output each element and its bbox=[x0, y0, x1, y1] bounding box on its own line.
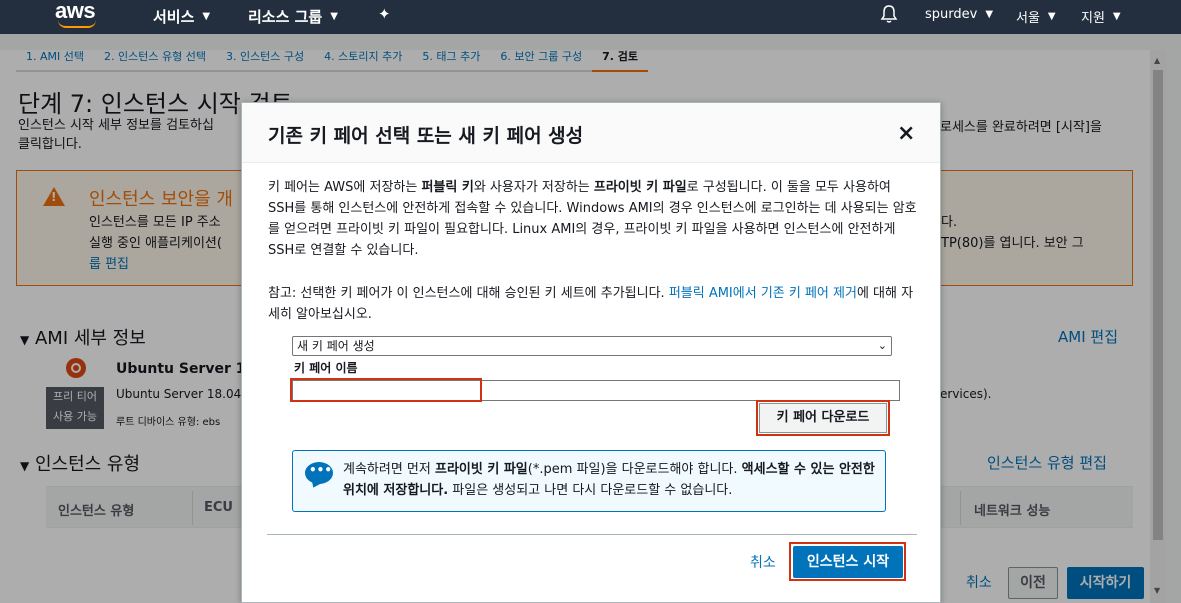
note-text: 참고: 선택한 키 페어가 이 인스턴스에 대해 승인된 키 세트에 추가됩니다… bbox=[268, 286, 669, 301]
chevron-down-icon: ▼ bbox=[985, 9, 994, 20]
highlight-box bbox=[756, 400, 890, 436]
bell-icon[interactable] bbox=[880, 4, 898, 24]
info-text-part: 계속하려면 먼저 bbox=[343, 462, 435, 477]
chevron-down-icon: ⌄ bbox=[877, 339, 887, 352]
highlight-box bbox=[789, 542, 906, 581]
dialog-cancel-link[interactable]: 취소 bbox=[750, 552, 776, 572]
description-text: 키 페어는 AWS에 저장하는 bbox=[268, 180, 422, 195]
chevron-down-icon: ▼ bbox=[202, 11, 211, 22]
chevron-down-icon: ▼ bbox=[330, 11, 338, 22]
resource-groups-menu[interactable]: 리소스 그룹 ▼ bbox=[248, 6, 338, 27]
description-bold: 퍼블릭 키 bbox=[421, 180, 474, 195]
key-pair-note: 참고: 선택한 키 페어가 이 인스턴스에 대해 승인된 키 세트에 추가됩니다… bbox=[268, 283, 918, 325]
services-menu[interactable]: 서비스 ▼ bbox=[153, 6, 210, 27]
description-text: 와 사용자가 저장하는 bbox=[473, 180, 594, 195]
key-pair-option-select[interactable]: 새 키 페어 생성 ⌄ bbox=[292, 336, 892, 356]
info-text-part: (*.pem 파일)을 다운로드해야 합니다. bbox=[527, 462, 742, 477]
top-nav: aws 서비스 ▼ 리소스 그룹 ▼ ✦ spurdev ▼ 서울 ▼ 지원 ▼ bbox=[0, 0, 1181, 34]
info-text: 계속하려면 먼저 프라이빗 키 파일(*.pem 파일)을 다운로드해야 합니다… bbox=[343, 459, 883, 501]
key-pair-name-label: 키 페어 이름 bbox=[294, 361, 358, 375]
highlight-box bbox=[290, 378, 482, 402]
chevron-down-icon: ▼ bbox=[1112, 11, 1121, 22]
support-label: 지원 bbox=[1081, 11, 1105, 26]
dialog-divider bbox=[267, 534, 917, 535]
user-label: spurdev bbox=[925, 7, 978, 22]
resource-groups-label: 리소스 그룹 bbox=[248, 8, 323, 26]
dialog-header: 기존 키 페어 선택 또는 새 키 페어 생성 × bbox=[242, 103, 940, 163]
key-pair-description: 키 페어는 AWS에 저장하는 퍼블릭 키와 사용자가 저장하는 프라이빗 키 … bbox=[268, 177, 918, 261]
aws-smile-icon bbox=[58, 20, 96, 28]
select-value: 새 키 페어 생성 bbox=[297, 339, 375, 353]
user-menu[interactable]: spurdev ▼ bbox=[925, 7, 993, 22]
support-menu[interactable]: 지원 ▼ bbox=[1081, 7, 1121, 26]
region-menu[interactable]: 서울 ▼ bbox=[1016, 7, 1056, 26]
info-text-part: 파일은 생성되고 나면 다시 다운로드할 수 없습니다. bbox=[448, 483, 733, 498]
services-label: 서비스 bbox=[153, 8, 195, 26]
close-icon[interactable]: × bbox=[897, 121, 915, 146]
info-text-bold: 프라이빗 키 파일 bbox=[435, 462, 528, 477]
key-pair-dialog: 기존 키 페어 선택 또는 새 키 페어 생성 × 키 페어는 AWS에 저장하… bbox=[241, 102, 941, 603]
download-info-alert: 계속하려면 먼저 프라이빗 키 파일(*.pem 파일)을 다운로드해야 합니다… bbox=[292, 450, 886, 512]
dialog-title: 기존 키 페어 선택 또는 새 키 페어 생성 bbox=[268, 125, 584, 147]
region-label: 서울 bbox=[1016, 11, 1040, 26]
remove-key-pair-link[interactable]: 퍼블릭 AMI에서 기존 키 페어 제거 bbox=[669, 286, 857, 301]
pin-icon[interactable]: ✦ bbox=[378, 5, 391, 23]
chevron-down-icon: ▼ bbox=[1047, 11, 1056, 22]
description-bold: 프라이빗 키 파일 bbox=[593, 180, 687, 195]
